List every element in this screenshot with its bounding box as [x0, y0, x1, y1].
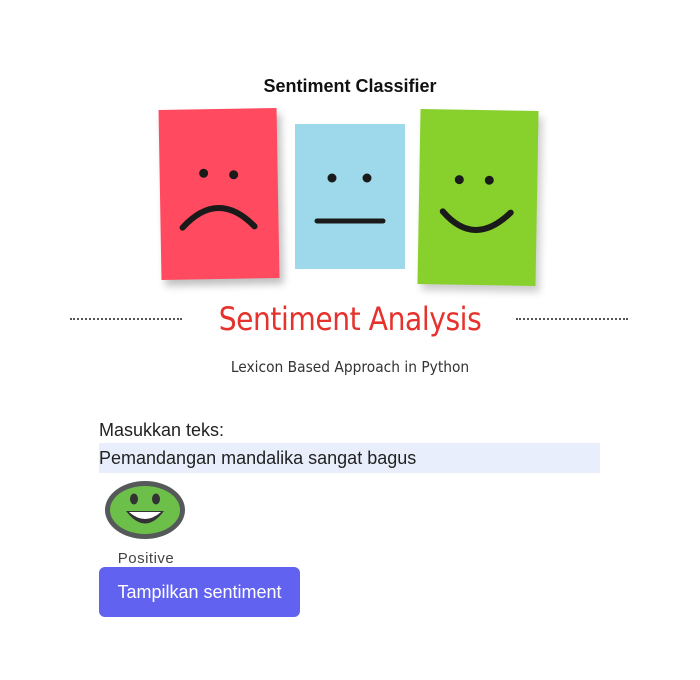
sentiment-label: Positive [117, 550, 175, 567]
happy-face-icon [417, 108, 539, 287]
banner-subtitle: Lexicon Based Approach in Python [230, 358, 470, 376]
text-input[interactable] [99, 443, 600, 473]
show-sentiment-button[interactable]: Tampilkan sentiment [99, 567, 300, 617]
page-title: Sentiment Classifier [263, 76, 437, 96]
banner-title: Sentiment Analysis [218, 300, 482, 338]
sentiment-result: Positive [98, 478, 198, 567]
neutral-face-icon [295, 124, 405, 269]
sentiment-banner-image: Sentiment Analysis Lexicon Based Approac… [60, 105, 640, 390]
text-input-label: Masukkan teks: [99, 420, 225, 440]
sad-face-icon [158, 107, 280, 281]
smiley-face-icon [105, 481, 185, 539]
